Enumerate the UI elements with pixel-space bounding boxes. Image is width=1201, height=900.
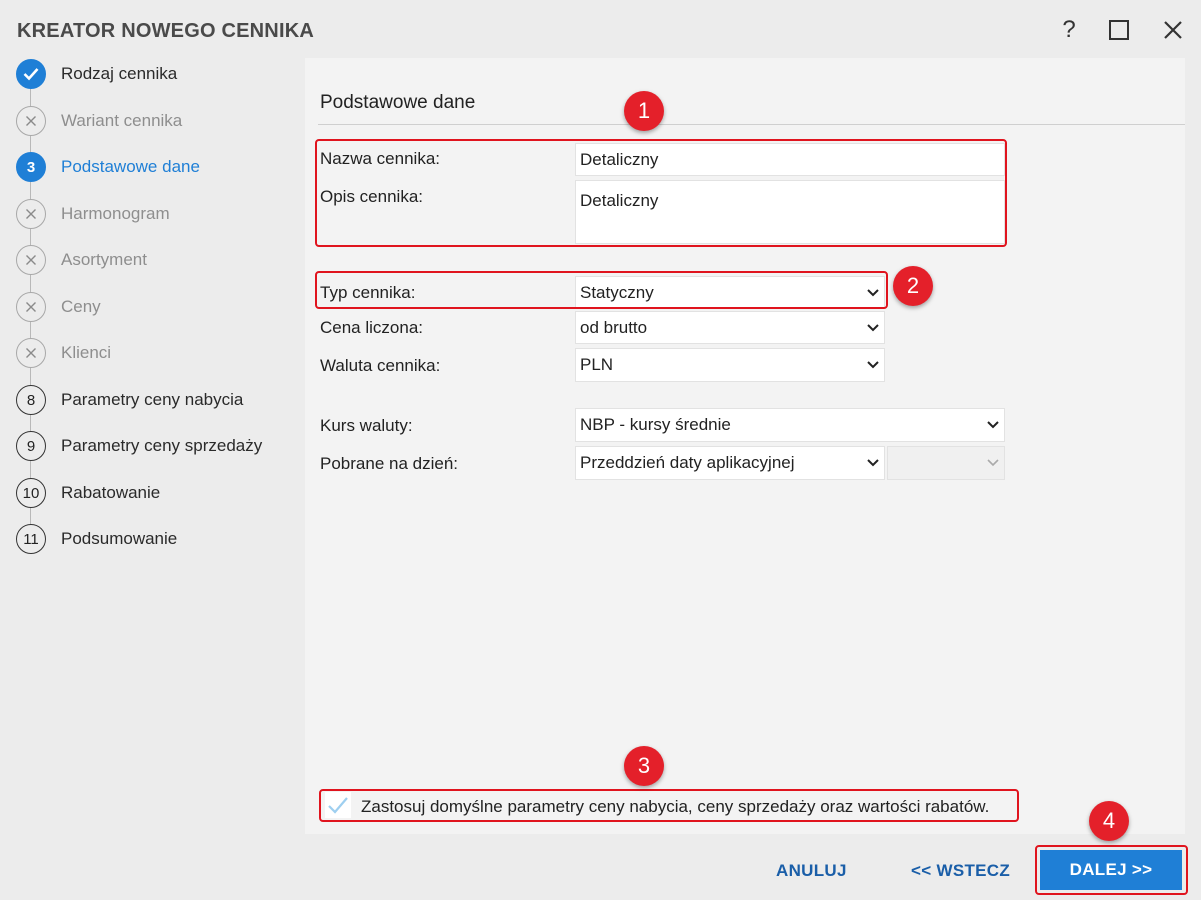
x-icon: [16, 245, 46, 275]
x-icon: [16, 338, 46, 368]
check-icon: [16, 59, 46, 89]
description-label: Opis cennika:: [320, 187, 423, 206]
back-button[interactable]: << WSTECZ: [911, 861, 1010, 881]
exchange-rate-value: NBP - kursy średnie: [580, 415, 731, 434]
step-label: Parametry ceny sprzedaży: [61, 436, 263, 455]
next-button[interactable]: DALEJ >>: [1040, 850, 1182, 890]
step-1[interactable]: Rodzaj cennika: [16, 58, 296, 90]
step-6[interactable]: Ceny: [16, 291, 296, 323]
step-label: Klienci: [61, 343, 112, 362]
name-input-value: Detaliczny: [580, 149, 659, 169]
step-label: Wariant cennika: [61, 111, 183, 130]
step-2[interactable]: Wariant cennika: [16, 105, 296, 137]
description-value: Detaliczny: [580, 191, 659, 210]
help-icon: ?: [1062, 16, 1076, 43]
step-number: 8: [16, 385, 46, 415]
step-label: Podsumowanie: [61, 529, 178, 548]
description-textarea[interactable]: Detaliczny: [575, 180, 1005, 244]
help-button[interactable]: ?: [1053, 14, 1085, 46]
close-button[interactable]: [1157, 14, 1189, 46]
chevron-down-icon: [982, 459, 1004, 467]
close-icon: [1164, 21, 1182, 39]
x-icon: [16, 292, 46, 322]
step-3[interactable]: 3 Podstawowe dane: [16, 151, 296, 183]
annotation-badge-3: 3: [624, 746, 664, 786]
annotation-badge-4: 4: [1089, 801, 1129, 841]
chevron-down-icon: [862, 323, 884, 332]
currency-value: PLN: [580, 355, 614, 374]
section-title: Podstawowe dane: [320, 92, 476, 113]
main-panel: Podstawowe dane Nazwa cennika: Detaliczn…: [305, 58, 1185, 834]
price-calc-select[interactable]: od brutto: [575, 311, 885, 344]
fetched-on-value: Przeddzień daty aplikacyjnej: [580, 453, 795, 472]
step-10[interactable]: 10 Rabatowanie: [16, 477, 296, 509]
section-divider: [318, 124, 1185, 125]
fetched-on-label: Pobrane na dzień:: [320, 454, 458, 473]
defaults-checkbox-label: Zastosuj domyślne parametry ceny nabycia…: [361, 797, 990, 816]
step-label: Parametry ceny nabycia: [61, 390, 244, 409]
currency-select[interactable]: PLN: [575, 348, 885, 382]
annotation-badge-2: 2: [893, 266, 933, 306]
chevron-down-icon: [862, 459, 884, 467]
window-title: KREATOR NOWEGO CENNIKA: [17, 20, 314, 42]
step-label: Rabatowanie: [61, 483, 161, 502]
step-label: Asortyment: [61, 250, 147, 269]
step-4[interactable]: Harmonogram: [16, 198, 296, 230]
next-button-label: DALEJ >>: [1069, 860, 1153, 879]
step-label: Harmonogram: [61, 204, 170, 223]
step-8[interactable]: 8 Parametry ceny nabycia: [16, 384, 296, 416]
annotation-badge-1: 1: [624, 91, 664, 131]
defaults-checkbox[interactable]: [325, 792, 351, 818]
name-input[interactable]: Detaliczny: [575, 143, 1005, 176]
step-number: 3: [16, 152, 46, 182]
exchange-rate-label: Kurs waluty:: [320, 416, 413, 435]
price-calc-value: od brutto: [580, 317, 648, 337]
check-icon: [328, 797, 348, 814]
x-icon: [16, 199, 46, 229]
wizard-steps-sidebar: Rodzaj cennika Wariant cennika 3 Podstawowe…: [0, 58, 305, 900]
name-label: Nazwa cennika:: [320, 149, 441, 168]
chevron-down-icon: [862, 288, 884, 297]
step-number: 10: [16, 478, 46, 508]
maximize-button[interactable]: [1103, 14, 1135, 46]
step-11[interactable]: 11 Podsumowanie: [16, 523, 296, 555]
step-number: 11: [16, 524, 46, 554]
type-select[interactable]: Statyczny: [575, 276, 885, 309]
step-5[interactable]: Asortyment: [16, 244, 296, 276]
chevron-down-icon: [982, 421, 1004, 429]
chevron-down-icon: [862, 361, 884, 369]
step-7[interactable]: Klienci: [16, 337, 296, 369]
type-select-value: Statyczny: [580, 282, 654, 302]
fetched-on-select[interactable]: Przeddzień daty aplikacyjnej: [575, 446, 885, 480]
type-label: Typ cennika:: [320, 283, 416, 302]
price-calc-label: Cena liczona:: [320, 318, 424, 337]
cancel-button[interactable]: ANULUJ: [776, 861, 847, 881]
step-9[interactable]: 9 Parametry ceny sprzedaży: [16, 430, 296, 462]
fetched-on-date-select: [887, 446, 1005, 480]
step-label: Ceny: [61, 297, 101, 316]
title-bar: KREATOR NOWEGO CENNIKA ?: [0, 0, 1201, 58]
currency-label: Waluta cennika:: [320, 356, 441, 375]
step-label: Podstawowe dane: [61, 157, 200, 176]
x-icon: [16, 106, 46, 136]
maximize-icon: [1109, 20, 1129, 40]
exchange-rate-select[interactable]: NBP - kursy średnie: [575, 408, 1005, 442]
step-label: Rodzaj cennika: [61, 64, 178, 83]
step-number: 9: [16, 431, 46, 461]
